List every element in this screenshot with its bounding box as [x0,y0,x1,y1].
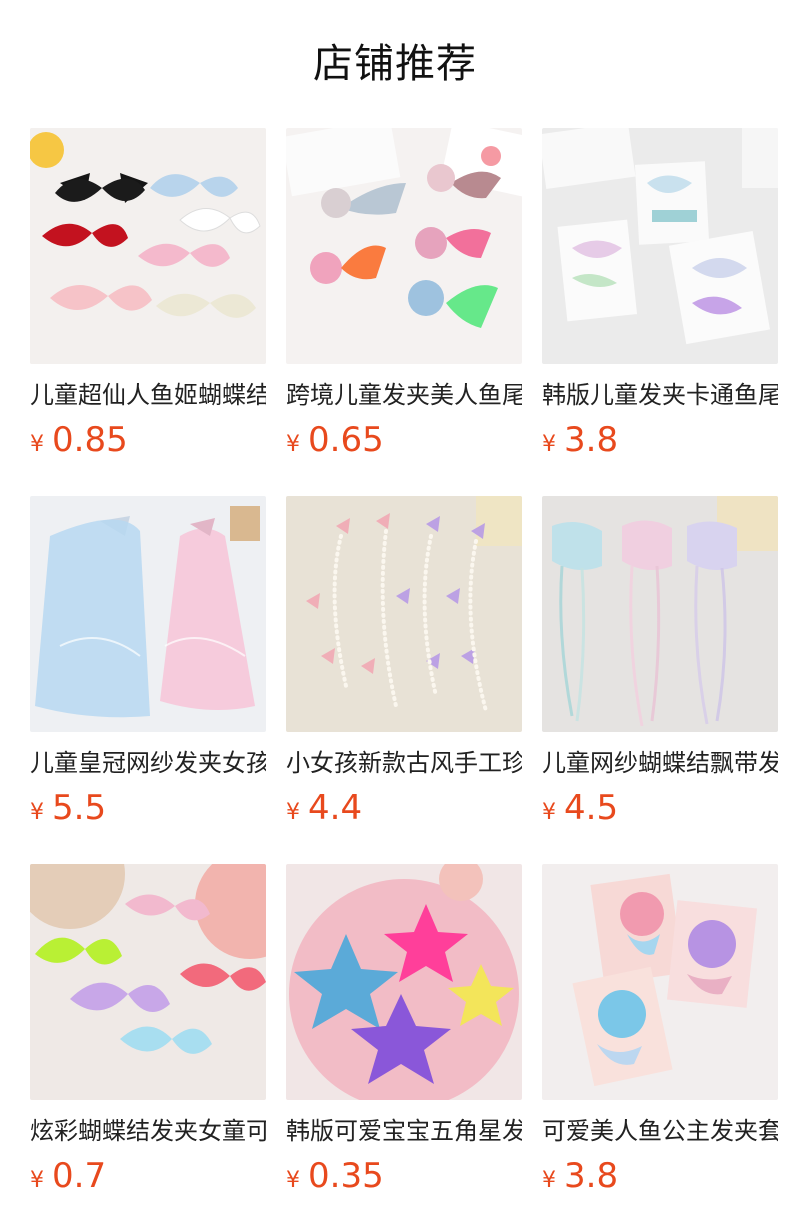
product-card[interactable]: 可爱美人鱼公主发夹套装 ¥3.8 [542,864,778,1200]
product-image[interactable] [286,864,522,1100]
product-card[interactable]: 韩版可爱宝宝五角星发夹 ¥0.35 [286,864,522,1200]
price-value: 5.5 [52,788,107,828]
product-name[interactable]: 儿童皇冠网纱发夹女孩头纱 [30,746,266,780]
price-value: 4.4 [308,788,363,828]
product-name[interactable]: 韩版可爱宝宝五角星发夹 [286,1114,522,1148]
product-image[interactable] [542,128,778,364]
product-card[interactable]: 儿童超仙人鱼姬蝴蝶结发夹 ¥0.85 [30,128,266,464]
currency-symbol: ¥ [30,800,44,825]
price-value: 0.7 [52,1156,107,1196]
product-image[interactable] [30,864,266,1100]
currency-symbol: ¥ [542,1168,556,1193]
product-name[interactable]: 儿童网纱蝴蝶结飘带发夹 [542,746,778,780]
currency-symbol: ¥ [286,432,300,457]
price-value: 0.35 [308,1156,384,1196]
product-name[interactable]: 可爱美人鱼公主发夹套装 [542,1114,778,1148]
product-card[interactable]: 跨境儿童发夹美人鱼尾巴发夹 ¥0.65 [286,128,522,464]
product-image[interactable] [286,496,522,732]
product-price: ¥0.85 [30,420,266,464]
product-card[interactable]: 儿童皇冠网纱发夹女孩头纱 ¥5.5 [30,496,266,832]
product-price: ¥4.4 [286,788,522,832]
currency-symbol: ¥ [542,432,556,457]
product-name[interactable]: 跨境儿童发夹美人鱼尾巴发夹 [286,378,522,412]
product-name[interactable]: 炫彩蝴蝶结发夹女童可爱 [30,1114,266,1148]
price-value: 0.85 [52,420,128,460]
price-value: 3.8 [564,420,619,460]
price-value: 3.8 [564,1156,619,1196]
product-price: ¥0.65 [286,420,522,464]
product-image[interactable] [542,496,778,732]
product-image[interactable] [30,496,266,732]
price-value: 4.5 [564,788,619,828]
product-name[interactable]: 韩版儿童发夹卡通鱼尾发夹 [542,378,778,412]
product-price: ¥3.8 [542,420,778,464]
product-card[interactable]: 炫彩蝴蝶结发夹女童可爱 ¥0.7 [30,864,266,1200]
product-price: ¥3.8 [542,1156,778,1200]
currency-symbol: ¥ [30,432,44,457]
product-price: ¥4.5 [542,788,778,832]
product-image[interactable] [30,128,266,364]
product-price: ¥0.35 [286,1156,522,1200]
product-card[interactable]: 儿童网纱蝴蝶结飘带发夹 ¥4.5 [542,496,778,832]
product-card[interactable]: 韩版儿童发夹卡通鱼尾发夹 ¥3.8 [542,128,778,464]
currency-symbol: ¥ [30,1168,44,1193]
product-card[interactable]: 小女孩新款古风手工珍珠蝴蝶 ¥4.4 [286,496,522,832]
currency-symbol: ¥ [542,800,556,825]
product-name[interactable]: 小女孩新款古风手工珍珠蝴蝶 [286,746,522,780]
product-price: ¥5.5 [30,788,266,832]
product-price: ¥0.7 [30,1156,266,1200]
section-title: 店铺推荐 [313,41,477,87]
currency-symbol: ¥ [286,800,300,825]
product-image[interactable] [542,864,778,1100]
product-image[interactable] [286,128,522,364]
price-value: 0.65 [308,420,384,460]
currency-symbol: ¥ [286,1168,300,1193]
product-name[interactable]: 儿童超仙人鱼姬蝴蝶结发夹 [30,378,266,412]
